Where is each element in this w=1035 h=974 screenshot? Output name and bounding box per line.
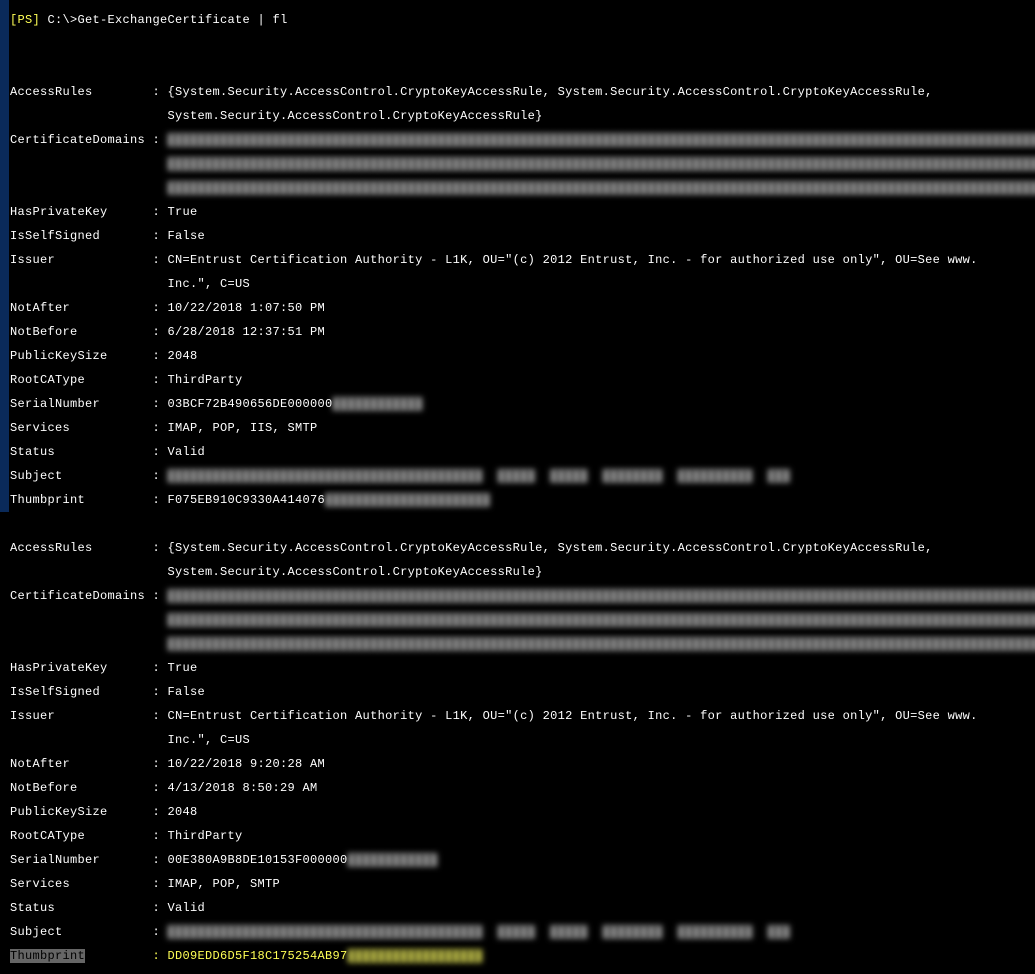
- field-notafter: NotAfter : 10/22/2018 1:07:50 PM: [10, 302, 1035, 314]
- field-issuer-2: Issuer : CN=Entrust Certification Author…: [10, 710, 1035, 722]
- thumbprint-value-highlight: DD09EDD6D5F18C175254AB97: [168, 949, 348, 963]
- scrollbar-track[interactable]: [0, 0, 9, 512]
- field-accessrules: AccessRules : {System.Security.AccessCon…: [10, 86, 1035, 98]
- field-accessrules-2: AccessRules : {System.Security.AccessCon…: [10, 542, 1035, 554]
- field-rootcatype: RootCAType : ThirdParty: [10, 374, 1035, 386]
- field-publickeysize-2: PublicKeySize : 2048: [10, 806, 1035, 818]
- field-rootcatype-2: RootCAType : ThirdParty: [10, 830, 1035, 842]
- command-text: Get-ExchangeCertificate | fl: [78, 13, 288, 27]
- field-notafter-2: NotAfter : 10/22/2018 9:20:28 AM: [10, 758, 1035, 770]
- field-thumbprint-2-highlighted: Thumbprint : DD09EDD6D5F18C175254AB97▓▓▓…: [10, 950, 1035, 962]
- field-isselfsigned: IsSelfSigned : False: [10, 230, 1035, 242]
- field-issuer-cont: Inc.", C=US: [168, 277, 251, 291]
- terminal-output: [PS] C:\>Get-ExchangeCertificate | fl Ac…: [0, 0, 1035, 974]
- field-thumbprint: Thumbprint : F075EB910C9330A414076▓▓▓▓▓▓…: [10, 494, 1035, 506]
- field-issuer: Issuer : CN=Entrust Certification Author…: [10, 254, 1035, 266]
- field-status: Status : Valid: [10, 446, 1035, 458]
- field-notbefore-2: NotBefore : 4/13/2018 8:50:29 AM: [10, 782, 1035, 794]
- field-serialnumber-2: SerialNumber : 00E380A9B8DE10153F000000▓…: [10, 854, 1035, 866]
- field-accessrules-cont: System.Security.AccessControl.CryptoKeyA…: [168, 109, 543, 123]
- field-publickeysize: PublicKeySize : 2048: [10, 350, 1035, 362]
- field-certdomains-2: CertificateDomains : ▓▓▓▓▓▓▓▓▓▓▓▓▓▓▓▓▓▓▓…: [10, 590, 1035, 602]
- ps-prompt: [PS]: [10, 13, 40, 27]
- field-status-2: Status : Valid: [10, 902, 1035, 914]
- field-subject: Subject : ▓▓▓▓▓▓▓▓▓▓▓▓▓▓▓▓▓▓▓▓▓▓▓▓▓▓▓▓▓▓…: [10, 470, 1035, 482]
- field-accessrules-cont-2: System.Security.AccessControl.CryptoKeyA…: [168, 565, 543, 579]
- thumbprint-key-highlight: Thumbprint: [10, 949, 85, 963]
- prompt-path: C:\>: [40, 13, 78, 27]
- field-certdomains: CertificateDomains : ▓▓▓▓▓▓▓▓▓▓▓▓▓▓▓▓▓▓▓…: [10, 134, 1035, 146]
- field-hasprivatekey-2: HasPrivateKey : True: [10, 662, 1035, 674]
- field-issuer-cont-2: Inc.", C=US: [168, 733, 251, 747]
- field-services: Services : IMAP, POP, IIS, SMTP: [10, 422, 1035, 434]
- field-isselfsigned-2: IsSelfSigned : False: [10, 686, 1035, 698]
- field-notbefore: NotBefore : 6/28/2018 12:37:51 PM: [10, 326, 1035, 338]
- field-subject-2: Subject : ▓▓▓▓▓▓▓▓▓▓▓▓▓▓▓▓▓▓▓▓▓▓▓▓▓▓▓▓▓▓…: [10, 926, 1035, 938]
- field-hasprivatekey: HasPrivateKey : True: [10, 206, 1035, 218]
- field-serialnumber: SerialNumber : 03BCF72B490656DE000000▓▓▓…: [10, 398, 1035, 410]
- field-services-2: Services : IMAP, POP, SMTP: [10, 878, 1035, 890]
